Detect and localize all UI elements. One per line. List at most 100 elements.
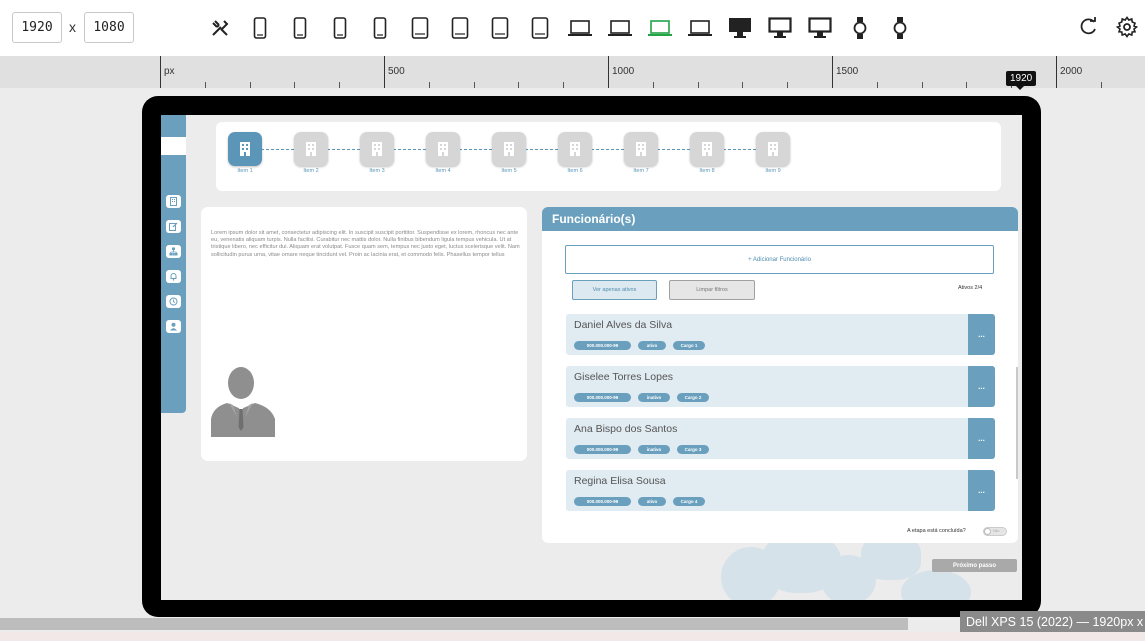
step-done-toggle[interactable]: Não bbox=[983, 527, 1007, 536]
employee-row[interactable]: Ana Bispo dos Santos 000.000.000-99 inat… bbox=[566, 418, 995, 459]
step-connector bbox=[393, 149, 426, 150]
step-label: Item 9 bbox=[765, 168, 781, 174]
employee-menu-button[interactable]: ... bbox=[968, 366, 995, 407]
next-step-button[interactable]: Próximo passo bbox=[932, 559, 1017, 572]
cpf-badge: 000.000.000-99 bbox=[574, 341, 631, 350]
tablet-icon[interactable] bbox=[488, 16, 512, 40]
active-count: Ativos 2/4 bbox=[958, 285, 983, 291]
phone-icon[interactable] bbox=[248, 16, 272, 40]
laptop-icon-active[interactable] bbox=[648, 16, 672, 40]
description-card: Lorem ipsum dolor sit amet, consectetur … bbox=[201, 207, 527, 461]
ruler-origin bbox=[160, 56, 161, 88]
employee-row[interactable]: Giselee Torres Lopes 000.000.000-99 inat… bbox=[566, 366, 995, 407]
tablet-icon[interactable] bbox=[448, 16, 472, 40]
step-label: Item 2 bbox=[303, 168, 319, 174]
role-badge: Cargo 2 bbox=[677, 393, 709, 402]
progress-stepper: Item 1 Item 2 Item 3 Item 4 Item 5 Item … bbox=[216, 122, 1001, 191]
laptop-icon[interactable] bbox=[688, 16, 712, 40]
step-label: Item 5 bbox=[501, 168, 517, 174]
list-scrollbar[interactable] bbox=[1016, 367, 1018, 479]
tools-icon[interactable] bbox=[208, 16, 232, 40]
step-connector bbox=[261, 149, 294, 150]
employee-menu-button[interactable]: ... bbox=[968, 470, 995, 511]
cpf-badge: 000.000.000-99 bbox=[574, 393, 631, 402]
width-input[interactable]: 1920 bbox=[12, 12, 62, 43]
description-text: Lorem ipsum dolor sit amet, consectetur … bbox=[211, 230, 520, 258]
step-7-building-icon[interactable] bbox=[624, 132, 658, 166]
ruler-label: 500 bbox=[388, 66, 405, 77]
status-badge: ativo bbox=[638, 341, 666, 350]
step-5-building-icon[interactable] bbox=[492, 132, 526, 166]
edit-icon[interactable] bbox=[166, 220, 181, 233]
ruler-major-tick bbox=[384, 56, 385, 88]
watch-icon[interactable] bbox=[888, 16, 912, 40]
role-badge: Cargo 1 bbox=[673, 341, 705, 350]
step-connector bbox=[723, 149, 756, 150]
step-1-building-icon[interactable] bbox=[228, 132, 262, 166]
clear-filters-button[interactable]: Limpar filtros bbox=[669, 280, 755, 300]
step-9-building-icon[interactable] bbox=[756, 132, 790, 166]
cpf-badge: 000.000.000-99 bbox=[574, 445, 631, 454]
add-employee-button[interactable]: + Adicionar Funcionário bbox=[565, 245, 994, 274]
laptop-icon[interactable] bbox=[608, 16, 632, 40]
role-badge: Cargo 4 bbox=[673, 497, 705, 506]
rotate-icon[interactable] bbox=[1077, 16, 1101, 40]
phone-icon[interactable] bbox=[328, 16, 352, 40]
history-icon[interactable] bbox=[166, 295, 181, 308]
device-screen: Item 1 Item 2 Item 3 Item 4 Item 5 Item … bbox=[161, 115, 1022, 600]
status-badge: inativo bbox=[638, 393, 670, 402]
laptop-icon[interactable] bbox=[568, 16, 592, 40]
sidebar bbox=[161, 115, 186, 413]
panel-title: Funcionário(s) bbox=[552, 212, 636, 226]
step-label: Item 3 bbox=[369, 168, 385, 174]
desktop-icon[interactable] bbox=[768, 16, 792, 40]
step-connector bbox=[525, 149, 558, 150]
step-3-building-icon[interactable] bbox=[360, 132, 394, 166]
step-label: Item 4 bbox=[435, 168, 451, 174]
phone-icon[interactable] bbox=[368, 16, 392, 40]
ruler-major-tick bbox=[832, 56, 833, 88]
employee-row[interactable]: Regina Elisa Sousa 000.000.000-99 ativo … bbox=[566, 470, 995, 511]
step-label: Item 1 bbox=[237, 168, 253, 174]
device-name-label: Dell XPS 15 (2022) — 1920px x bbox=[960, 611, 1145, 633]
toggle-label: Não bbox=[993, 529, 1000, 533]
org-chart-icon[interactable] bbox=[166, 245, 181, 258]
ruler: px 500 1000 1500 2000 bbox=[0, 56, 1145, 88]
toggle-knob bbox=[984, 528, 991, 535]
employee-row[interactable]: Daniel Alves da Silva 000.000.000-99 ati… bbox=[566, 314, 995, 355]
desktop-icon[interactable] bbox=[808, 16, 832, 40]
tablet-icon[interactable] bbox=[528, 16, 552, 40]
step-done-question: A etapa está concluída? bbox=[907, 528, 966, 534]
ruler-unit: px bbox=[164, 66, 175, 77]
horizontal-scrollbar[interactable] bbox=[0, 618, 908, 630]
step-8-building-icon[interactable] bbox=[690, 132, 724, 166]
employee-menu-button[interactable]: ... bbox=[968, 314, 995, 355]
ruler-label: 2000 bbox=[1060, 66, 1083, 77]
employee-menu-button[interactable]: ... bbox=[968, 418, 995, 459]
ruler-major-tick bbox=[608, 56, 609, 88]
step-6-building-icon[interactable] bbox=[558, 132, 592, 166]
step-label: Item 7 bbox=[633, 168, 649, 174]
phone-icon[interactable] bbox=[288, 16, 312, 40]
show-active-only-button[interactable]: Ver apenas ativos bbox=[572, 280, 657, 300]
step-2-building-icon[interactable] bbox=[294, 132, 328, 166]
role-badge: Cargo 3 bbox=[677, 445, 709, 454]
building-icon[interactable] bbox=[166, 195, 181, 208]
height-input[interactable]: 1080 bbox=[84, 12, 134, 43]
step-4-building-icon[interactable] bbox=[426, 132, 460, 166]
watch-icon[interactable] bbox=[848, 16, 872, 40]
ruler-major-tick bbox=[1056, 56, 1057, 88]
ruler-label: 1500 bbox=[836, 66, 859, 77]
step-label: Item 8 bbox=[699, 168, 715, 174]
settings-gear-icon[interactable] bbox=[1115, 16, 1140, 40]
bell-icon[interactable] bbox=[166, 270, 181, 283]
sidebar-header bbox=[161, 137, 186, 155]
desktop-icon[interactable] bbox=[728, 16, 752, 40]
tablet-icon[interactable] bbox=[408, 16, 432, 40]
ruler-label: 1000 bbox=[612, 66, 635, 77]
toolbar: 1920 x 1080 bbox=[0, 0, 1145, 56]
employee-name: Regina Elisa Sousa bbox=[574, 475, 666, 487]
user-icon[interactable] bbox=[166, 320, 181, 333]
employees-panel-header: Funcionário(s) bbox=[542, 207, 1018, 231]
step-connector bbox=[591, 149, 624, 150]
